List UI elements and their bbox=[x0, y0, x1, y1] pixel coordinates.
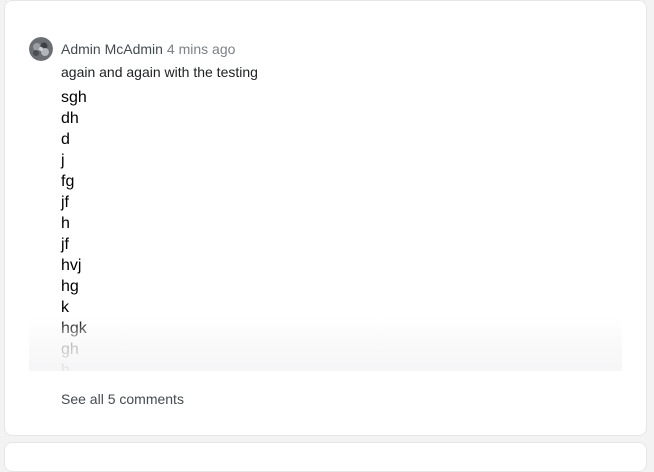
comment-body: again and again with the testing bbox=[61, 63, 621, 89]
comment-line: jf bbox=[61, 194, 69, 211]
comment-line: h bbox=[61, 362, 70, 371]
comment-line: hgk bbox=[61, 320, 87, 337]
comment-lines: sgh dh d j fg jf h jf hvj hg k hgk gh h bbox=[61, 90, 87, 371]
comment-first-line: again and again with the testing bbox=[61, 64, 258, 80]
see-all-comments-link[interactable]: See all 5 comments bbox=[61, 390, 184, 408]
comment-line: h bbox=[61, 215, 70, 232]
comment-author[interactable]: Admin McAdmin bbox=[61, 41, 163, 57]
comment-body-truncated: sgh dh d j fg jf h jf hvj hg k hgk gh h bbox=[29, 90, 622, 371]
comment-timestamp[interactable]: 4 mins ago bbox=[167, 41, 235, 57]
comment-line: d bbox=[61, 131, 70, 148]
next-card bbox=[4, 442, 647, 472]
comment-line: fg bbox=[61, 173, 75, 190]
comment-line: hg bbox=[61, 278, 79, 295]
comment-line: dh bbox=[61, 110, 79, 127]
comment-line: k bbox=[61, 299, 69, 316]
avatar[interactable] bbox=[29, 37, 53, 61]
comment-line: j bbox=[61, 152, 65, 169]
comment-line: jf bbox=[61, 236, 69, 253]
avatar-image bbox=[29, 37, 53, 61]
comment-line: sgh bbox=[61, 90, 87, 106]
comment-header: Admin McAdmin 4 mins ago bbox=[61, 40, 235, 58]
comment-line: gh bbox=[61, 341, 79, 358]
comment-line: hvj bbox=[61, 257, 82, 274]
